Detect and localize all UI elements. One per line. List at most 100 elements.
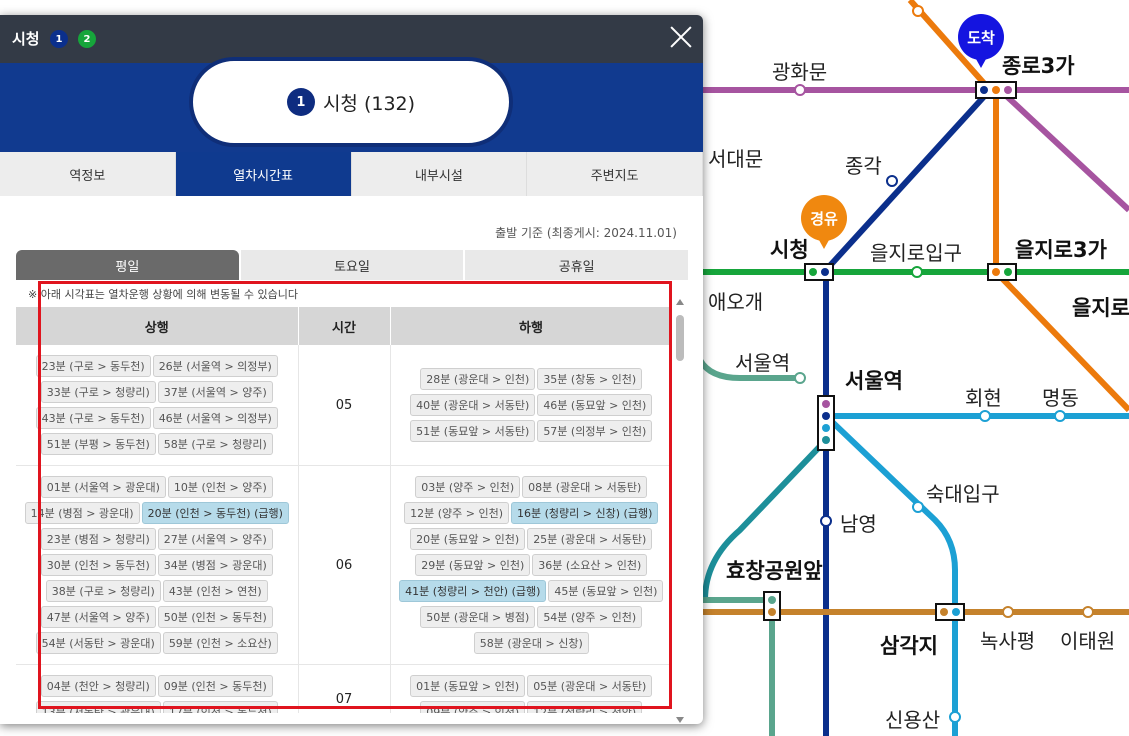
- station-label[interactable]: 회현: [965, 382, 1002, 411]
- departure-chip: 38분 (구로 > 청량리): [45, 580, 161, 602]
- station-label[interactable]: 을지로3가: [1015, 234, 1107, 264]
- line2-badge: 2: [78, 30, 96, 48]
- departure-chip: 54분 (서동탄 > 광운대): [35, 632, 161, 654]
- scroll-up-icon[interactable]: [676, 299, 684, 305]
- timetable-row: 04분 (천안 > 청량리) 09분 (인천 > 동두천) 13분 (서동탄 > 광…: [16, 664, 672, 713]
- departure-chip: 34분 (병점 > 광운대): [157, 554, 273, 576]
- scroll-thumb[interactable]: [676, 315, 684, 361]
- departure-chip: 37분 (서울역 > 양주): [157, 381, 273, 403]
- departure-chip: 50분 (광운대 > 병점): [420, 606, 536, 628]
- station-label[interactable]: 을지로입구: [870, 237, 962, 266]
- departure-chip: 57분 (의정부 > 인천): [537, 420, 653, 442]
- departure-chip: 01분 (동묘앞 > 인천): [410, 675, 526, 697]
- departure-chip: 41분 (청량리 > 천안) (급행): [399, 580, 547, 602]
- tab-nearby-map[interactable]: 주변지도: [527, 152, 703, 196]
- station-label[interactable]: 서대문: [708, 143, 763, 172]
- departure-chip: 30분 (인천 > 동두천): [40, 554, 156, 576]
- station-label[interactable]: 삼각지: [880, 630, 938, 660]
- departure-chip: 04분 (천안 > 청량리): [40, 675, 156, 697]
- departure-chip: 46분 (서울역 > 의정부): [152, 407, 278, 429]
- departure-chip: 10분 (인천 > 양주): [167, 476, 273, 498]
- station-label[interactable]: 종로3가: [1002, 50, 1075, 80]
- departure-chip: 08분 (광운대 > 서동탄): [522, 476, 648, 498]
- departure-chip: 14분 (병점 > 광운대): [24, 502, 140, 524]
- departure-chip: 12분 (양주 > 인천): [404, 502, 510, 524]
- departure-chip: 43분 (구로 > 동두천): [35, 407, 151, 429]
- hour-cell: 06: [297, 465, 391, 665]
- departure-chip: 27분 (서울역 > 양주): [157, 528, 273, 550]
- departure-chip: 05분 (광운대 > 서동탄): [527, 675, 653, 697]
- day-tab-holiday[interactable]: 공휴일: [465, 250, 689, 280]
- departure-chip: 17분 (인천 > 동두천): [162, 701, 278, 713]
- station-label[interactable]: 광화문: [772, 56, 827, 85]
- destination-pin[interactable]: 도착: [958, 14, 1004, 68]
- day-tabs: 평일 토요일 공휴일: [16, 250, 689, 280]
- up-departures: 23분 (구로 > 동두천) 26분 (서울역 > 의정부) 33분 (구로 > 청…: [16, 345, 298, 466]
- departure-chip: 26분 (서울역 > 의정부): [152, 355, 278, 377]
- departure-chip: 29분 (동묘앞 > 인천): [415, 554, 531, 576]
- day-tab-weekday[interactable]: 평일: [16, 250, 239, 280]
- station-label[interactable]: 효창공원앞: [726, 555, 823, 585]
- line1-badge: 1: [50, 30, 68, 48]
- close-icon[interactable]: [669, 25, 693, 49]
- departure-chip: 23분 (병점 > 청량리): [40, 528, 156, 550]
- station-label[interactable]: 이태원: [1060, 625, 1115, 654]
- departure-chip: 36분 (소요산 > 인천): [532, 554, 648, 576]
- station-label[interactable]: 녹사평: [980, 625, 1035, 654]
- timetable-table: 상행 시간 하행 23분 (구로 > 동두천) 26분 (서울역 > 의정부) 33…: [16, 307, 672, 713]
- timetable-notice: ※ 아래 시각표는 열차운행 상황에 의해 변동될 수 있습니다: [28, 288, 298, 301]
- station-label[interactable]: 종각: [845, 150, 882, 179]
- station-label[interactable]: 숙대입구: [926, 478, 1000, 507]
- station-label[interactable]: 남영: [840, 508, 877, 537]
- departure-chip: 20분 (인천 > 동두천) (급행): [141, 502, 289, 524]
- station-info-panel: 시청 1 2 1 시청 (132) 역정보 열차시간표 내부시설 주변지도 출발…: [0, 15, 703, 724]
- tab-facilities[interactable]: 내부시설: [352, 152, 528, 196]
- tab-timetable[interactable]: 열차시간표: [175, 152, 352, 196]
- line-number-badge: 1: [286, 88, 315, 116]
- timetable-content: 출발 기준 (최종게시: 2024.11.01) 평일 토요일 공휴일 ※ 아래…: [0, 196, 703, 724]
- station-label[interactable]: 서울역: [845, 365, 903, 395]
- line4-track-south: [823, 413, 958, 736]
- station-label[interactable]: 을지로: [1072, 292, 1129, 322]
- departure-chip: 43분 (인천 > 연천): [162, 580, 268, 602]
- departure-chip: 13분 (서동탄 > 광운대): [35, 701, 161, 713]
- departure-chip: 58분 (광운대 > 신창): [473, 632, 589, 654]
- departure-chip: 54분 (양주 > 인천): [537, 606, 643, 628]
- station-name-pill: 1 시청 (132): [189, 57, 513, 147]
- panel-title: 시청: [12, 30, 40, 48]
- tab-station-info[interactable]: 역정보: [0, 152, 176, 196]
- station-name: 시청 (132): [322, 92, 416, 115]
- timetable-basis: 출발 기준 (최종게시: 2024.11.01): [495, 226, 677, 240]
- up-departures: 01분 (서울역 > 광운대) 10분 (인천 > 양주) 14분 (병점 > 광운…: [16, 465, 298, 665]
- down-departures: 03분 (양주 > 인천) 08분 (광운대 > 서동탄) 12분 (양주 > 인천…: [390, 465, 672, 665]
- station-label[interactable]: 서울역: [735, 347, 790, 376]
- departure-chip: 09분 (양주 > 인천): [420, 701, 526, 713]
- departure-chip: 40분 (광운대 > 서동탄): [410, 394, 536, 416]
- header-up: 상행: [16, 307, 299, 345]
- station-header: 1 시청 (132): [0, 57, 703, 152]
- station-label[interactable]: 애오개: [708, 286, 763, 315]
- departure-chip: 03분 (양주 > 인천): [415, 476, 521, 498]
- panel-titlebar: 시청 1 2: [0, 15, 703, 63]
- day-tab-saturday[interactable]: 토요일: [240, 250, 464, 280]
- timetable-scrollbar[interactable]: [675, 299, 685, 723]
- hour-cell: 05: [297, 345, 391, 466]
- departure-chip: 12분 (청량리 > 천안): [527, 701, 643, 713]
- station-label[interactable]: 시청: [770, 234, 809, 264]
- timetable-scroll-area[interactable]: 상행 시간 하행 23분 (구로 > 동두천) 26분 (서울역 > 의정부) 33…: [16, 307, 672, 713]
- departure-chip: 47분 (서울역 > 양주): [40, 606, 156, 628]
- timetable-row: 01분 (서울역 > 광운대) 10분 (인천 > 양주) 14분 (병점 > 광운…: [16, 465, 672, 665]
- down-departures: 28분 (광운대 > 인천) 35분 (창동 > 인천) 40분 (광운대 > 서동…: [390, 345, 672, 466]
- departure-chip: 09분 (인천 > 동두천): [157, 675, 273, 697]
- hour-cell: 07: [297, 664, 391, 713]
- via-pin[interactable]: 경유: [801, 195, 847, 249]
- departure-chip: 50분 (인천 > 동두천): [157, 606, 273, 628]
- header-hour: 시간: [298, 307, 391, 345]
- departure-chip: 20분 (동묘앞 > 인천): [410, 528, 526, 550]
- scroll-down-icon[interactable]: [676, 717, 684, 723]
- departure-chip: 59분 (인천 > 소요산): [162, 632, 278, 654]
- header-down: 하행: [390, 307, 672, 345]
- departure-chip: 33분 (구로 > 청량리): [40, 381, 156, 403]
- station-label[interactable]: 명동: [1042, 382, 1079, 411]
- station-label[interactable]: 신용산: [885, 704, 940, 733]
